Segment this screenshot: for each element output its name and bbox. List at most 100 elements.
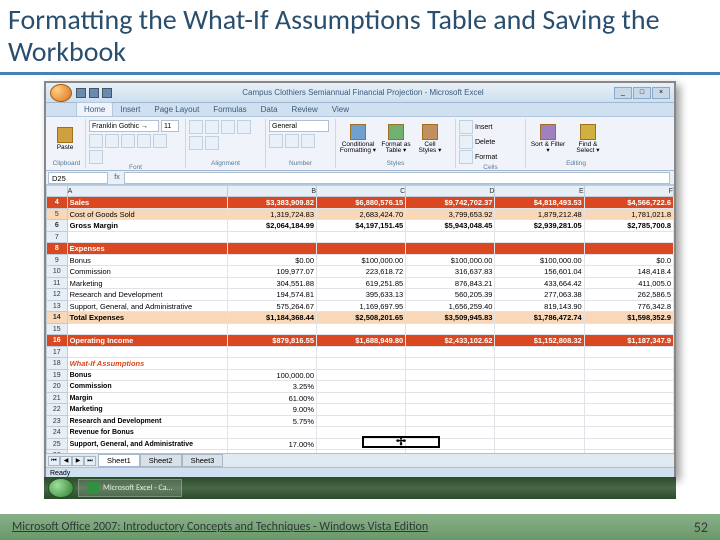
paste-button[interactable]: Paste	[51, 120, 79, 158]
cell[interactable]	[317, 243, 406, 255]
border-button[interactable]	[137, 134, 151, 148]
row-header[interactable]: 16	[47, 335, 68, 347]
cell[interactable]: 304,551.88	[227, 277, 316, 289]
cell[interactable]: 17.00%	[227, 438, 316, 450]
find-select-button[interactable]: Find & Select ▾	[569, 120, 607, 158]
cell[interactable]	[227, 427, 316, 439]
cell[interactable]: Research and Development	[67, 289, 227, 301]
cell[interactable]: Revenue for Bonus	[67, 427, 227, 439]
sheet-tab-2[interactable]: Sheet2	[140, 454, 182, 467]
cell[interactable]: What-If Assumptions	[67, 358, 227, 370]
cell[interactable]	[495, 438, 584, 450]
tab-review[interactable]: Review	[285, 103, 325, 116]
cell[interactable]: Commission	[67, 381, 227, 393]
align-bottom-button[interactable]	[221, 120, 235, 134]
cell[interactable]	[584, 450, 673, 454]
row-header[interactable]: 13	[47, 300, 68, 312]
font-color-button[interactable]	[89, 150, 103, 164]
cell[interactable]	[584, 381, 673, 393]
tab-page-layout[interactable]: Page Layout	[147, 103, 206, 116]
row-header[interactable]: 11	[47, 277, 68, 289]
percent-button[interactable]	[285, 134, 299, 148]
cell[interactable]	[584, 392, 673, 404]
cell[interactable]	[67, 346, 227, 358]
row-header[interactable]: 20	[47, 381, 68, 393]
cell[interactable]: $9,742,702.37	[406, 197, 495, 209]
cell[interactable]: 819,143.90	[495, 300, 584, 312]
cell[interactable]	[227, 243, 316, 255]
cell-styles-button[interactable]: Cell Styles ▾	[415, 120, 445, 158]
cell[interactable]	[317, 392, 406, 404]
cell[interactable]: Commission	[67, 266, 227, 278]
cell[interactable]	[406, 369, 495, 381]
cell[interactable]	[406, 392, 495, 404]
cell[interactable]	[406, 438, 495, 450]
name-box[interactable]: D25	[48, 172, 108, 184]
worksheet-grid[interactable]: A B C D E F 4Sales$3,383,909.82$6,880,57…	[46, 185, 674, 453]
close-button[interactable]: ×	[652, 87, 670, 99]
cell[interactable]	[406, 427, 495, 439]
start-button[interactable]	[48, 478, 74, 498]
cell[interactable]: 575,264.67	[227, 300, 316, 312]
cell[interactable]: Marketing	[67, 277, 227, 289]
cell[interactable]: Sales	[67, 197, 227, 209]
cell[interactable]: $1,688,949.80	[317, 335, 406, 347]
row-header[interactable]: 5	[47, 208, 68, 220]
cell[interactable]: $1,598,352.9	[584, 312, 673, 324]
sort-filter-button[interactable]: Sort & Filter ▾	[529, 120, 567, 158]
row-header[interactable]: 19	[47, 369, 68, 381]
sheet-tab-1[interactable]: Sheet1	[98, 454, 140, 467]
cell[interactable]: 560,205.39	[406, 289, 495, 301]
format-as-table-button[interactable]: Format as Table ▾	[379, 120, 413, 158]
row-header[interactable]: 12	[47, 289, 68, 301]
row-header[interactable]: 25	[47, 438, 68, 450]
conditional-formatting-button[interactable]: Conditional Formatting ▾	[339, 120, 377, 158]
cell[interactable]: $879,816.55	[227, 335, 316, 347]
cell[interactable]	[584, 358, 673, 370]
col-header-A[interactable]: A	[67, 186, 227, 197]
cell[interactable]: $2,064,184.99	[227, 220, 316, 232]
select-all-cell[interactable]	[47, 186, 68, 197]
sheet-prev-button[interactable]: ◀	[60, 456, 72, 466]
cell[interactable]	[227, 323, 316, 335]
cell[interactable]	[317, 231, 406, 243]
col-header-B[interactable]: B	[227, 186, 316, 197]
row-header[interactable]: 18	[47, 358, 68, 370]
row-header[interactable]: 22	[47, 404, 68, 416]
cell[interactable]: 433,664.42	[495, 277, 584, 289]
cell[interactable]	[406, 243, 495, 255]
cell[interactable]	[67, 231, 227, 243]
cell[interactable]: $100,000.00	[495, 254, 584, 266]
cell[interactable]: 3.25%	[227, 381, 316, 393]
cell[interactable]: 2,683,424.70	[317, 208, 406, 220]
cell[interactable]: 1,781,021.8	[584, 208, 673, 220]
cell[interactable]	[227, 450, 316, 454]
cell[interactable]: $100,000.00	[406, 254, 495, 266]
col-header-D[interactable]: D	[406, 186, 495, 197]
align-center-button[interactable]	[189, 136, 203, 150]
cell[interactable]: $1,187,347.9	[584, 335, 673, 347]
row-header[interactable]: 26	[47, 450, 68, 454]
cell[interactable]: Gross Margin	[67, 220, 227, 232]
underline-button[interactable]	[121, 134, 135, 148]
cell[interactable]: Bonus	[67, 254, 227, 266]
cell[interactable]: $4,566,722.6	[584, 197, 673, 209]
cell[interactable]	[317, 427, 406, 439]
cell[interactable]: Research and Development	[67, 415, 227, 427]
cell[interactable]	[317, 450, 406, 454]
cell[interactable]: $1,786,472.74	[495, 312, 584, 324]
cell[interactable]	[67, 323, 227, 335]
cell[interactable]: Marketing	[67, 404, 227, 416]
cell[interactable]: 876,843.21	[406, 277, 495, 289]
cell[interactable]	[495, 369, 584, 381]
cell[interactable]	[495, 427, 584, 439]
tab-view[interactable]: View	[325, 103, 356, 116]
cell[interactable]: 61.00%	[227, 392, 316, 404]
row-header[interactable]: 8	[47, 243, 68, 255]
tab-home[interactable]: Home	[76, 102, 113, 116]
cell[interactable]: Total Expenses	[67, 312, 227, 324]
row-header[interactable]: 23	[47, 415, 68, 427]
cell[interactable]	[227, 358, 316, 370]
cell[interactable]: $100,000.00	[317, 254, 406, 266]
cell[interactable]	[317, 415, 406, 427]
